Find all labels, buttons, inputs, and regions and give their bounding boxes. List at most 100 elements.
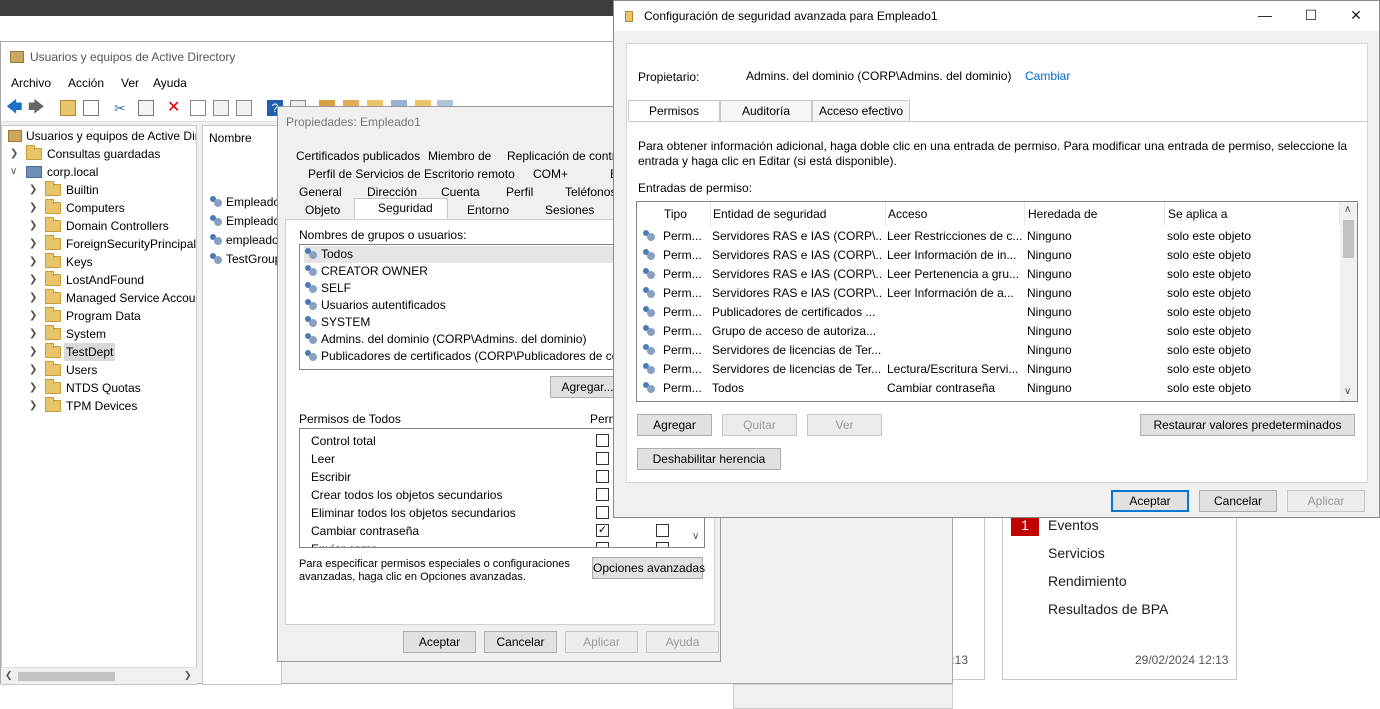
tab-rds-profile[interactable]: Perfil de Servicios de Escritorio remoto [308, 167, 515, 181]
events-link[interactable]: Eventos [1048, 517, 1099, 533]
tree-item[interactable]: ❯ Builtin [2, 181, 196, 199]
services-link[interactable]: Servicios [1048, 545, 1105, 561]
tab-com-plus[interactable]: COM+ [533, 167, 568, 181]
scroll-right-arrow-icon[interactable]: ❯ [184, 670, 192, 681]
permission-entry-row[interactable]: Perm... Publicadores de certificados ... N… [637, 303, 1339, 322]
adv-apply-button[interactable]: Aplicar [1287, 490, 1365, 512]
menu-ayuda[interactable]: Ayuda [153, 76, 187, 90]
adv-cancel-button[interactable]: Cancelar [1199, 490, 1277, 512]
group-list-item[interactable]: SELF [304, 280, 351, 297]
deny-checkbox[interactable] [656, 524, 669, 537]
scroll-down-arrow-icon[interactable]: ∨ [692, 531, 699, 542]
export-icon[interactable] [236, 100, 252, 116]
restore-defaults-button[interactable]: Restaurar valores predeterminados [1140, 414, 1355, 436]
tab-object[interactable]: Objeto [305, 203, 340, 217]
delete-icon[interactable]: ✕ [167, 100, 183, 116]
tab-security[interactable]: Seguridad [378, 201, 433, 215]
tab-address[interactable]: Dirección [367, 185, 417, 199]
permission-entry-row[interactable]: Perm... Servidores de licencias de Ter...… [637, 360, 1339, 379]
tab-permissions[interactable]: Permisos [628, 100, 720, 122]
list-column-header[interactable]: Nombre [209, 131, 252, 145]
permission-entry-row[interactable]: Perm... Servidores RAS e IAS (CORP\... Lee… [637, 246, 1339, 265]
col-principal[interactable]: Entidad de seguridad [710, 202, 886, 226]
scroll-left-arrow-icon[interactable]: ❮ [5, 670, 13, 681]
chevron-right-icon[interactable]: ❯ [10, 145, 20, 163]
menu-accion[interactable]: Acción [68, 76, 104, 90]
tree-item[interactable]: ❯ TPM Devices [2, 397, 196, 415]
chevron-right-icon[interactable]: ❯ [29, 253, 39, 271]
tree-item[interactable]: ❯ TestDept [2, 343, 196, 361]
advanced-options-button[interactable]: Opciones avanzadas [592, 557, 705, 579]
col-applies-to[interactable]: Se aplica a [1165, 202, 1340, 226]
permission-entry-row[interactable]: Perm... Servidores RAS e IAS (CORP\... Lee… [637, 265, 1339, 284]
scroll-down-arrow-icon[interactable]: ∨ [1344, 386, 1351, 397]
permission-entry-row[interactable]: Perm... Servidores RAS e IAS (CORP\... Lee… [637, 227, 1339, 246]
cut-icon[interactable]: ✂ [114, 100, 130, 116]
chevron-right-icon[interactable]: ❯ [29, 361, 39, 379]
props-ok-button[interactable]: Aceptar [403, 631, 476, 653]
chevron-right-icon[interactable]: ❯ [29, 325, 39, 343]
chevron-right-icon[interactable]: ❯ [29, 235, 39, 253]
chevron-right-icon[interactable]: ❯ [29, 397, 39, 415]
menu-ver[interactable]: Ver [121, 76, 139, 90]
tree-item[interactable]: ❯ Program Data [2, 307, 196, 325]
minimize-icon[interactable]: — [1250, 5, 1280, 25]
tab-profile[interactable]: Perfil [506, 185, 533, 199]
tree-item[interactable]: ❯ LostAndFound [2, 271, 196, 289]
scrollbar-thumb[interactable] [1343, 220, 1354, 258]
chevron-right-icon[interactable]: ❯ [29, 271, 39, 289]
console-tree-icon[interactable] [83, 100, 99, 116]
list-item[interactable]: TestGroup [209, 250, 281, 268]
allow-checkbox[interactable] [596, 542, 609, 547]
group-list-item[interactable]: Todos [304, 246, 617, 263]
col-type[interactable]: Tipo [661, 202, 711, 226]
chevron-down-icon[interactable]: ∨ [10, 163, 20, 181]
scroll-up-arrow-icon[interactable]: ∧ [1344, 204, 1351, 215]
groups-listbox[interactable]: Todos CREATOR OWNER SELF Usuarios autentifi… [299, 244, 618, 370]
bpa-results-link[interactable]: Resultados de BPA [1048, 601, 1168, 617]
tree-root[interactable]: Usuarios y equipos de Active Dir [8, 127, 196, 145]
permission-entry-row[interactable]: Perm... Grupo de acceso de autoriza... Nin… [637, 322, 1339, 341]
chevron-right-icon[interactable]: ❯ [29, 199, 39, 217]
tab-environment[interactable]: Entorno [467, 203, 509, 217]
forward-arrow-icon[interactable]: 🡆 [28, 100, 45, 116]
change-owner-link[interactable]: Cambiar [1025, 69, 1070, 83]
allow-checkbox[interactable] [596, 470, 609, 483]
disable-inheritance-button[interactable]: Deshabilitar herencia [637, 448, 781, 470]
col-inherited-from[interactable]: Heredada de [1025, 202, 1165, 226]
tab-telephones[interactable]: Teléfonos [565, 185, 616, 199]
props-help-button[interactable]: Ayuda [646, 631, 719, 653]
menu-archivo[interactable]: Archivo [11, 76, 51, 90]
tree-item[interactable]: ❯ Keys [2, 253, 196, 271]
allow-checkbox[interactable]: ✓ [596, 524, 609, 537]
up-folder-icon[interactable] [60, 100, 76, 116]
permission-entry-row[interactable]: Perm... Servidores RAS e IAS (CORP\... Lee… [637, 284, 1339, 303]
group-list-item[interactable]: Publicadores de certificados (CORP\Publi… [304, 348, 617, 365]
tab-general[interactable]: General [299, 185, 342, 199]
tab-sessions[interactable]: Sesiones [545, 203, 594, 217]
tab-account[interactable]: Cuenta [441, 185, 480, 199]
group-list-item[interactable]: Usuarios autentificados [304, 297, 446, 314]
entries-vertical-scrollbar[interactable]: ∧ ∨ [1340, 202, 1357, 401]
chevron-right-icon[interactable]: ❯ [29, 217, 39, 235]
tab-published-certificates[interactable]: Certificados publicados [296, 149, 420, 163]
refresh-icon[interactable] [213, 100, 229, 116]
tree-item[interactable]: ❯ Domain Controllers [2, 217, 196, 235]
group-list-item[interactable]: Admins. del dominio (CORP\Admins. del do… [304, 331, 586, 348]
tree-item[interactable]: ❯ NTDS Quotas [2, 379, 196, 397]
tree-item[interactable]: ❯ Managed Service Accour [2, 289, 196, 307]
performance-link[interactable]: Rendimiento [1048, 573, 1127, 589]
chevron-right-icon[interactable]: ❯ [29, 181, 39, 199]
properties-icon[interactable] [190, 100, 206, 116]
list-item[interactable]: Empleado [209, 193, 280, 211]
maximize-icon[interactable]: ☐ [1296, 5, 1326, 25]
tree-horizontal-scrollbar[interactable]: ❮ ❯ [1, 667, 197, 684]
tab-member-of[interactable]: Miembro de [428, 149, 491, 163]
tree-item[interactable]: ❯ System [2, 325, 196, 343]
back-arrow-icon[interactable]: 🡄 [6, 100, 23, 116]
permission-entry-row[interactable]: Perm... Todos Cambiar contraseña Ninguno sol… [637, 379, 1339, 398]
chevron-right-icon[interactable]: ❯ [29, 379, 39, 397]
close-icon[interactable]: ✕ [1341, 5, 1371, 25]
adv-ok-button[interactable]: Aceptar [1111, 490, 1189, 512]
copy-icon[interactable] [138, 100, 154, 116]
